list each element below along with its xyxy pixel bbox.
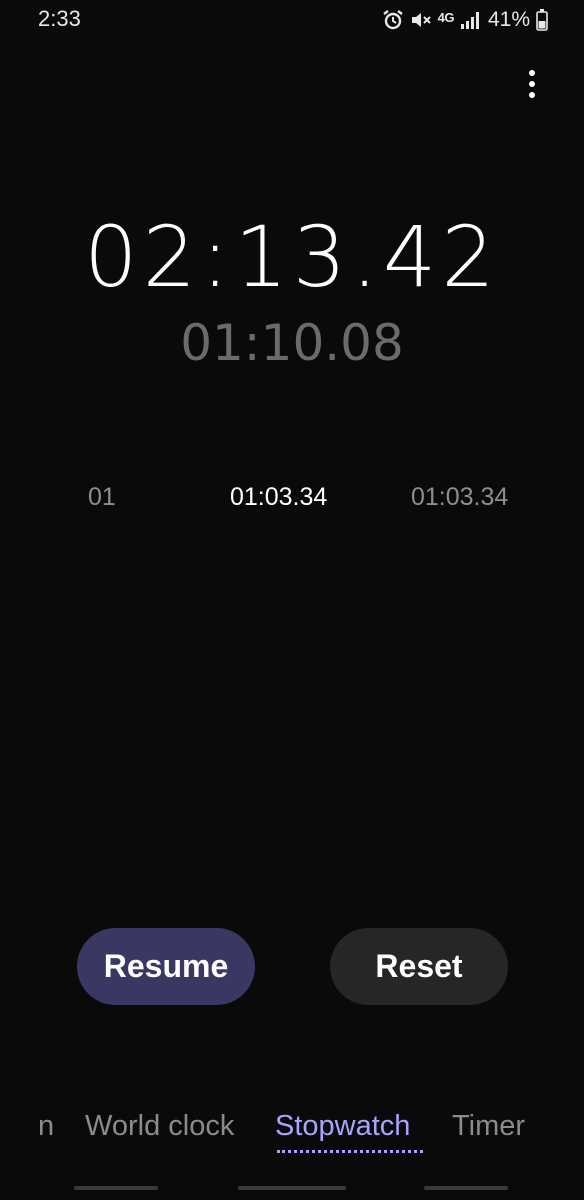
nav-recents-handle[interactable] xyxy=(74,1186,158,1190)
lap-number: 01 xyxy=(88,483,116,511)
stopwatch-lap-time: 01:10.08 xyxy=(180,314,404,372)
lte-icon: 4G xyxy=(437,9,455,25)
tab-stopwatch[interactable]: Stopwatch xyxy=(275,1110,410,1143)
lap-split-time: 01:03.34 xyxy=(230,483,328,511)
nav-home-handle[interactable] xyxy=(238,1186,346,1190)
reset-button[interactable]: Reset xyxy=(330,928,508,1005)
active-tab-indicator xyxy=(277,1150,423,1153)
mute-icon xyxy=(410,9,432,31)
status-time: 2:33 xyxy=(38,6,81,31)
more-vert-icon xyxy=(529,70,535,98)
battery-icon xyxy=(536,9,548,31)
tab-timer[interactable]: Timer xyxy=(452,1110,525,1143)
signal-icon xyxy=(460,11,480,29)
stopwatch-total-time: 02:13.42 xyxy=(84,208,500,306)
lap-overall-time: 01:03.34 xyxy=(411,483,509,511)
tab-alarm[interactable]: n xyxy=(38,1110,54,1143)
nav-back-handle[interactable] xyxy=(424,1186,508,1190)
more-options-button[interactable] xyxy=(516,66,548,102)
alarm-icon xyxy=(382,9,404,31)
status-bar: 2:33 4G 41% xyxy=(0,0,584,40)
resume-button[interactable]: Resume xyxy=(77,928,255,1005)
status-icons: 4G 41% xyxy=(382,8,548,32)
tab-world-clock[interactable]: World clock xyxy=(85,1110,234,1143)
battery-percent: 41% xyxy=(487,8,530,31)
